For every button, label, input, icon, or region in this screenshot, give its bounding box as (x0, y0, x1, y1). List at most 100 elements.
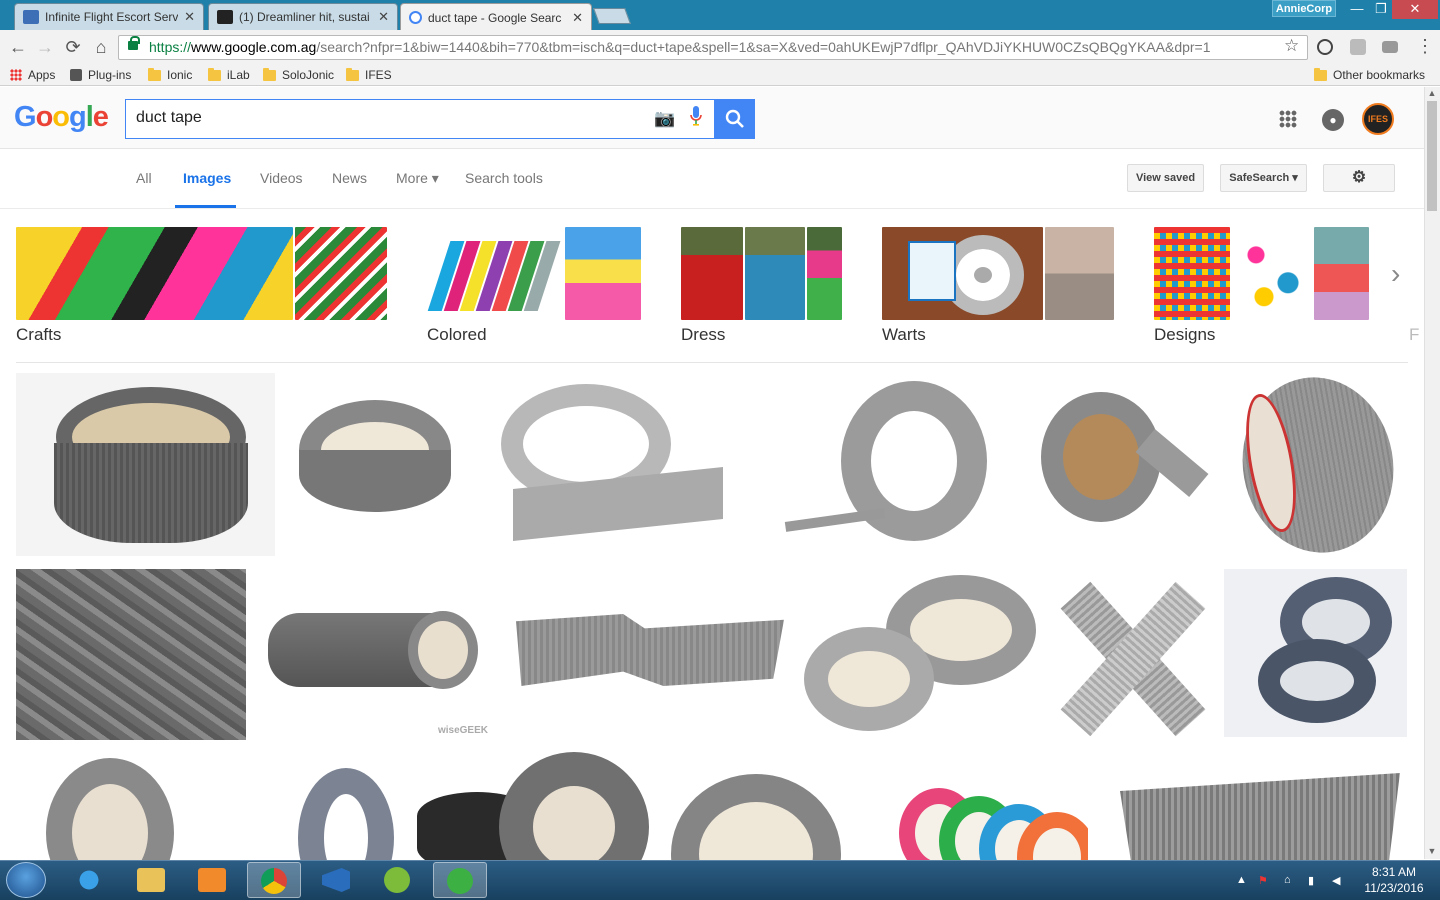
tab-close-icon[interactable]: ✕ (572, 10, 583, 26)
window-close-button[interactable]: ✕ (1392, 0, 1438, 19)
image-result[interactable] (16, 752, 199, 860)
related-label[interactable]: Warts (882, 325, 926, 345)
taskbar-visual-studio[interactable] (309, 862, 363, 898)
tab-images[interactable]: Images (183, 170, 231, 186)
image-result[interactable] (1100, 765, 1407, 860)
related-colored-image-2[interactable] (565, 227, 641, 320)
related-designs-image-3[interactable] (1314, 227, 1369, 320)
browser-tab-google-search[interactable]: duct tape - Google Searc ✕ (400, 3, 592, 31)
related-designs-image-2[interactable] (1232, 227, 1312, 320)
extension-g-icon[interactable] (1350, 39, 1366, 55)
image-result[interactable]: wiseGEEK (258, 569, 496, 740)
image-result[interactable] (1053, 569, 1212, 740)
image-result[interactable] (661, 752, 887, 860)
scroll-up-arrow-icon[interactable]: ▲ (1425, 88, 1439, 98)
tab-videos[interactable]: Videos (260, 170, 303, 186)
related-designs-image[interactable] (1154, 227, 1230, 320)
extension-mail-icon[interactable] (1382, 41, 1398, 53)
taskbar-utorrent[interactable] (433, 862, 487, 898)
image-result[interactable] (763, 373, 1025, 556)
related-crafts-image[interactable] (16, 227, 293, 320)
google-apps-grid-icon[interactable] (1279, 110, 1297, 128)
microphone-icon[interactable] (690, 106, 702, 126)
new-tab-button[interactable] (593, 8, 631, 24)
image-result[interactable] (16, 569, 246, 740)
bookmark-apps[interactable]: Apps (10, 66, 55, 84)
bookmark-ilab[interactable]: iLab (208, 66, 250, 84)
related-label[interactable]: Crafts (16, 325, 61, 345)
tab-more[interactable]: More ▾ (396, 170, 439, 187)
tray-flag-icon[interactable]: ⚑ (1258, 874, 1268, 887)
bookmark-star-icon[interactable]: ☆ (1284, 36, 1299, 56)
image-result[interactable] (287, 388, 461, 541)
tab-close-icon[interactable]: ✕ (184, 9, 195, 25)
image-result[interactable] (409, 752, 649, 860)
account-avatar[interactable]: IFES (1362, 103, 1394, 135)
tray-network-icon[interactable]: ▮ (1308, 874, 1314, 887)
related-colored-image[interactable] (427, 227, 563, 320)
browser-tab-dreamliner[interactable]: (1) Dreamliner hit, sustai ✕ (208, 3, 398, 30)
reload-icon[interactable]: ⟳ (62, 36, 84, 58)
taskbar-chrome[interactable] (247, 862, 301, 898)
image-result[interactable] (16, 373, 275, 556)
image-result[interactable] (1037, 388, 1210, 529)
google-logo[interactable]: Google (14, 101, 109, 134)
address-bar[interactable]: https://www.google.com.ag/search?nfpr=1&… (118, 35, 1308, 60)
tray-security-icon[interactable]: ⌂ (1284, 874, 1291, 886)
bookmark-ifes[interactable]: IFES (346, 66, 392, 84)
bookmark-ionic[interactable]: Ionic (148, 66, 192, 84)
tab-all[interactable]: All (136, 170, 152, 186)
chrome-menu-icon[interactable]: ⋮ (1416, 36, 1434, 57)
notifications-bell-icon[interactable]: ● (1322, 109, 1344, 131)
tab-search-tools[interactable]: Search tools (465, 170, 543, 186)
image-result[interactable] (899, 752, 1088, 860)
other-bookmarks[interactable]: Other bookmarks (1314, 66, 1425, 84)
bookmark-solojonic[interactable]: SoloJonic (263, 66, 334, 84)
extension-icon[interactable] (1317, 39, 1333, 55)
windows-start-button[interactable] (6, 862, 46, 898)
view-saved-button[interactable]: View saved (1127, 164, 1204, 192)
camera-icon[interactable]: 📷 (654, 109, 676, 128)
related-crafts-image-2[interactable] (295, 227, 387, 320)
tab-news[interactable]: News (332, 170, 367, 186)
related-warts-image-2[interactable] (1045, 227, 1114, 320)
image-result[interactable] (508, 572, 790, 735)
image-result[interactable] (1223, 373, 1407, 556)
related-label[interactable]: Colored (427, 325, 487, 345)
scroll-down-arrow-icon[interactable]: ▼ (1425, 846, 1439, 856)
lock-icon[interactable] (128, 36, 140, 50)
search-input[interactable]: duct tape (125, 99, 715, 139)
related-dress-image[interactable] (681, 227, 743, 320)
tab-close-icon[interactable]: ✕ (378, 9, 389, 25)
related-label[interactable]: Designs (1154, 325, 1215, 345)
back-arrow-icon[interactable]: ← (7, 36, 29, 58)
image-result[interactable] (473, 378, 751, 551)
taskbar-file-explorer[interactable] (124, 862, 178, 898)
image-result[interactable] (210, 752, 397, 860)
profile-button[interactable]: AnnieCorp (1272, 0, 1336, 17)
search-button[interactable] (715, 99, 755, 139)
tray-volume-icon[interactable]: ◀ (1332, 874, 1340, 887)
bookmark-plugins[interactable]: Plug-ins (70, 66, 131, 84)
taskbar-clock[interactable]: 8:31 AM 11/23/2016 (1356, 864, 1432, 896)
related-label[interactable]: Dress (681, 325, 725, 345)
image-result[interactable] (1224, 569, 1407, 737)
taskbar-android[interactable] (371, 862, 425, 898)
home-icon[interactable]: ⌂ (90, 36, 112, 58)
settings-button[interactable]: ⚙ (1323, 164, 1395, 192)
forward-arrow-icon[interactable]: → (34, 36, 56, 58)
related-dress-image-2[interactable] (745, 227, 805, 320)
related-dress-image-3[interactable] (807, 227, 842, 320)
browser-tab-infinite-flight[interactable]: Infinite Flight Escort Serv ✕ (14, 3, 204, 30)
scrollbar-thumb[interactable] (1427, 101, 1437, 211)
chevron-right-icon[interactable]: › (1391, 258, 1400, 290)
related-warts-image[interactable] (882, 227, 1043, 320)
taskbar-internet-explorer[interactable] (62, 862, 116, 898)
related-label[interactable]: F (1409, 325, 1419, 345)
image-result[interactable] (802, 569, 1041, 740)
safesearch-button[interactable]: SafeSearch ▾ (1220, 164, 1307, 192)
taskbar-media-player[interactable] (185, 862, 239, 898)
restore-button[interactable]: ❐ (1368, 0, 1394, 19)
tray-expand-icon[interactable]: ▲ (1236, 874, 1247, 886)
minimize-button[interactable]: — (1344, 0, 1370, 19)
